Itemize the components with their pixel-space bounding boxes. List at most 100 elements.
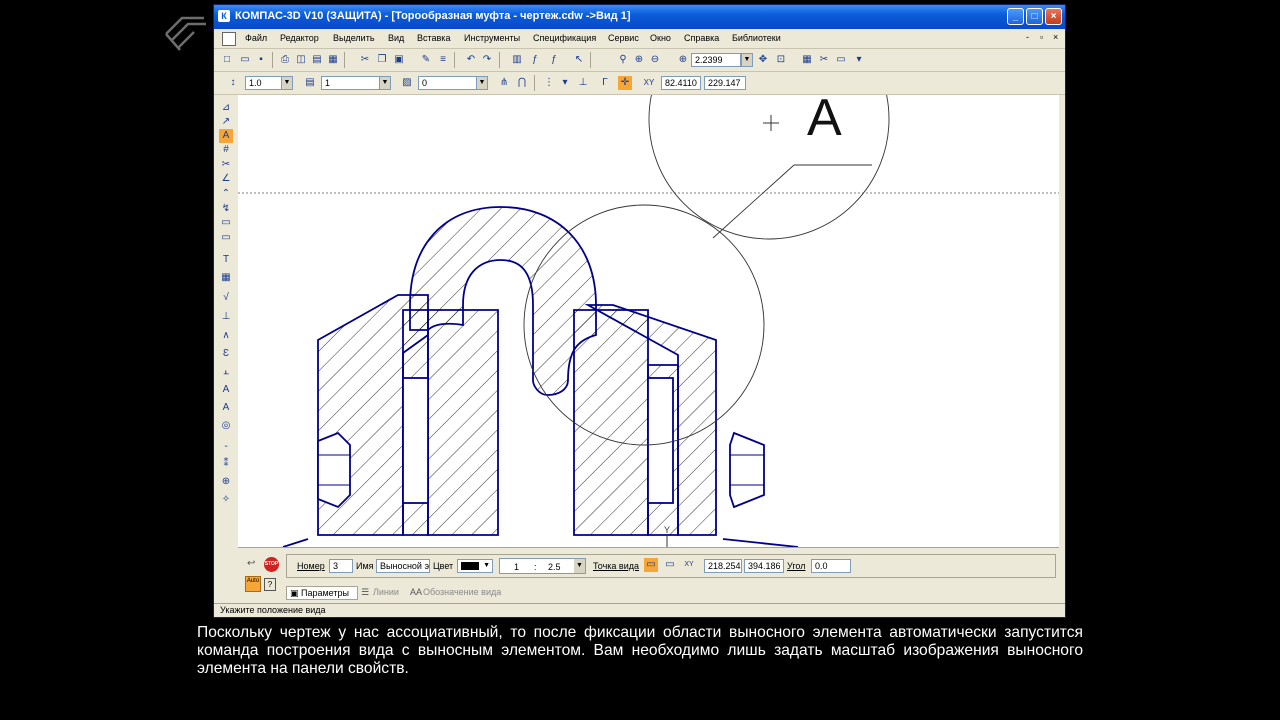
menu-tools[interactable]: Инструменты — [464, 33, 520, 43]
geometry-icon[interactable]: ⊿ — [219, 101, 233, 115]
vertical-scrollbar[interactable] — [1059, 95, 1065, 547]
edit-icon[interactable]: # — [219, 143, 233, 157]
crosshair-icon[interactable]: ⊕ — [219, 475, 233, 489]
scale-select[interactable]: 1 : 2.5 ▼ — [499, 558, 586, 574]
ortho-icon[interactable]: Γ — [598, 76, 612, 90]
rebuild-icon[interactable]: ✂ — [817, 53, 831, 67]
menu-service[interactable]: Сервис — [608, 33, 639, 43]
print-preview-icon[interactable]: ◫ — [294, 53, 308, 67]
point-y-field[interactable]: 394.186 — [744, 559, 784, 573]
associative-view-icon[interactable]: ↯ — [219, 202, 233, 216]
mdi-restore-button[interactable]: ▫ — [1040, 32, 1043, 42]
detail-view-icon[interactable]: ◎ — [219, 419, 233, 433]
layer-dropdown[interactable]: ▼ — [379, 76, 391, 90]
select-icon[interactable]: ⌃ — [219, 187, 233, 201]
display-icon[interactable]: ▭ — [834, 53, 848, 67]
copy-icon[interactable]: ❐ — [375, 53, 389, 67]
format-brush-icon[interactable]: ✎ — [419, 53, 433, 67]
open-icon[interactable]: ▭ — [238, 53, 252, 67]
measure-icon[interactable]: ∠ — [219, 172, 233, 186]
style-icon[interactable]: ▨ — [400, 76, 414, 90]
line-scale-dropdown[interactable]: ▼ — [281, 76, 293, 90]
magnet-icon[interactable]: ⋂ — [515, 76, 529, 90]
drawing-svg[interactable]: А Y — [238, 95, 1059, 547]
number-field[interactable]: 3 — [329, 559, 353, 573]
center-mark-icon[interactable]: ⁑ — [219, 457, 233, 471]
dimensions-icon[interactable]: ↗ — [219, 115, 233, 129]
pin-icon[interactable]: ↩ — [247, 558, 255, 569]
menu-select[interactable]: Выделить — [333, 33, 375, 43]
show-all-icon[interactable]: ⊡ — [774, 53, 788, 67]
zoom-in-icon[interactable]: ⊕ — [632, 53, 646, 67]
table-icon[interactable]: ▦ — [219, 271, 233, 285]
zoom-scale-icon[interactable]: ⊕ — [676, 53, 690, 67]
menu-help[interactable]: Справка — [684, 33, 719, 43]
text-icon[interactable]: T — [219, 253, 233, 267]
reports-icon[interactable]: ▭ — [219, 231, 233, 245]
new-document-icon[interactable]: □ — [220, 53, 234, 67]
menu-window[interactable]: Окно — [650, 33, 671, 43]
help-icon[interactable]: ? — [264, 578, 276, 591]
x-coordinate-field[interactable]: 82.4110 — [661, 76, 701, 90]
scale-dropdown[interactable]: ▼ — [574, 559, 585, 573]
color-picker[interactable]: ▼ — [457, 559, 493, 573]
auto-create-button[interactable]: Auto — [245, 576, 261, 592]
manager-icon[interactable]: ▥ — [510, 53, 524, 67]
minimize-button[interactable]: _ — [1007, 8, 1024, 25]
point-select-icon[interactable]: ▭ — [644, 558, 658, 572]
layer-icon[interactable]: ▤ — [303, 76, 317, 90]
leader-icon[interactable]: ⫠ — [219, 365, 233, 379]
drawing-canvas[interactable]: А Y — [238, 95, 1059, 547]
designations-icon[interactable]: A — [219, 129, 233, 143]
axis-line-icon[interactable]: - — [219, 440, 233, 454]
snap-icon[interactable]: ⋔ — [497, 76, 511, 90]
roughness-icon[interactable]: √ — [219, 291, 233, 305]
menu-insert[interactable]: Вставка — [417, 33, 450, 43]
zoom-field[interactable]: 2.2399 — [691, 53, 741, 67]
section-icon[interactable]: A — [219, 383, 233, 397]
mdi-minimize-button[interactable]: - — [1026, 32, 1029, 42]
variables-icon[interactable]: ƒ — [528, 53, 542, 67]
tab-lines[interactable]: ☰ Линии — [359, 586, 407, 600]
undo-icon[interactable]: ↶ — [464, 53, 478, 67]
grid-dropdown-icon[interactable]: ▾ — [558, 76, 572, 90]
y-coordinate-field[interactable]: 229.147 — [704, 76, 746, 90]
pan-icon[interactable]: ✥ — [756, 53, 770, 67]
cut-icon[interactable]: ✂ — [358, 53, 372, 67]
mdi-close-button[interactable]: × — [1053, 32, 1058, 42]
menu-editor[interactable]: Редактор — [280, 33, 319, 43]
zoom-window-icon[interactable]: ⚲ — [616, 53, 630, 67]
close-button[interactable]: × — [1045, 8, 1062, 25]
round-icon[interactable]: ✛ — [618, 76, 632, 90]
position-icon[interactable]: ∧ — [219, 329, 233, 343]
base-icon[interactable]: ⊥ — [219, 310, 233, 324]
stop-button[interactable]: STOP — [264, 557, 279, 572]
point-snap-icon[interactable]: ▭ — [663, 558, 677, 572]
list-icon[interactable]: ≡ — [436, 53, 450, 67]
toolbar-options-icon[interactable]: ▾ — [852, 53, 866, 67]
point-x-field[interactable]: 218.254 — [704, 559, 742, 573]
preview-icon[interactable]: ▤ — [310, 53, 324, 67]
menu-libraries[interactable]: Библиотеки — [732, 33, 781, 43]
paste-icon[interactable]: ▣ — [392, 53, 406, 67]
function-icon[interactable]: ƒ — [547, 53, 561, 67]
tolerance-icon[interactable]: Ɛ — [219, 347, 233, 361]
scale-icon[interactable]: ↕ — [226, 76, 240, 90]
layer-field[interactable]: 1 — [321, 76, 381, 90]
grid-icon[interactable]: ⋮ — [542, 76, 556, 90]
tab-view-designation[interactable]: AA Обозначение вида — [408, 586, 508, 600]
name-field[interactable]: Выносной эл — [376, 559, 430, 573]
style-field[interactable]: 0 — [418, 76, 478, 90]
menu-specification[interactable]: Спецификация — [533, 33, 596, 43]
tab-parameters[interactable]: ▣ Параметры — [286, 586, 358, 600]
view-arrow-icon[interactable]: A — [219, 401, 233, 415]
line-scale-field[interactable]: 1.0 — [245, 76, 285, 90]
menu-view[interactable]: Вид — [388, 33, 404, 43]
menu-file[interactable]: Файл — [245, 33, 267, 43]
style-dropdown[interactable]: ▼ — [476, 76, 488, 90]
print-icon[interactable]: ⎙ — [278, 53, 292, 67]
properties-icon[interactable]: ▦ — [326, 53, 340, 67]
save-icon[interactable]: ▪ — [254, 53, 268, 67]
axis-icon[interactable]: ⊥ — [576, 76, 590, 90]
angle-field[interactable]: 0.0 — [811, 559, 851, 573]
